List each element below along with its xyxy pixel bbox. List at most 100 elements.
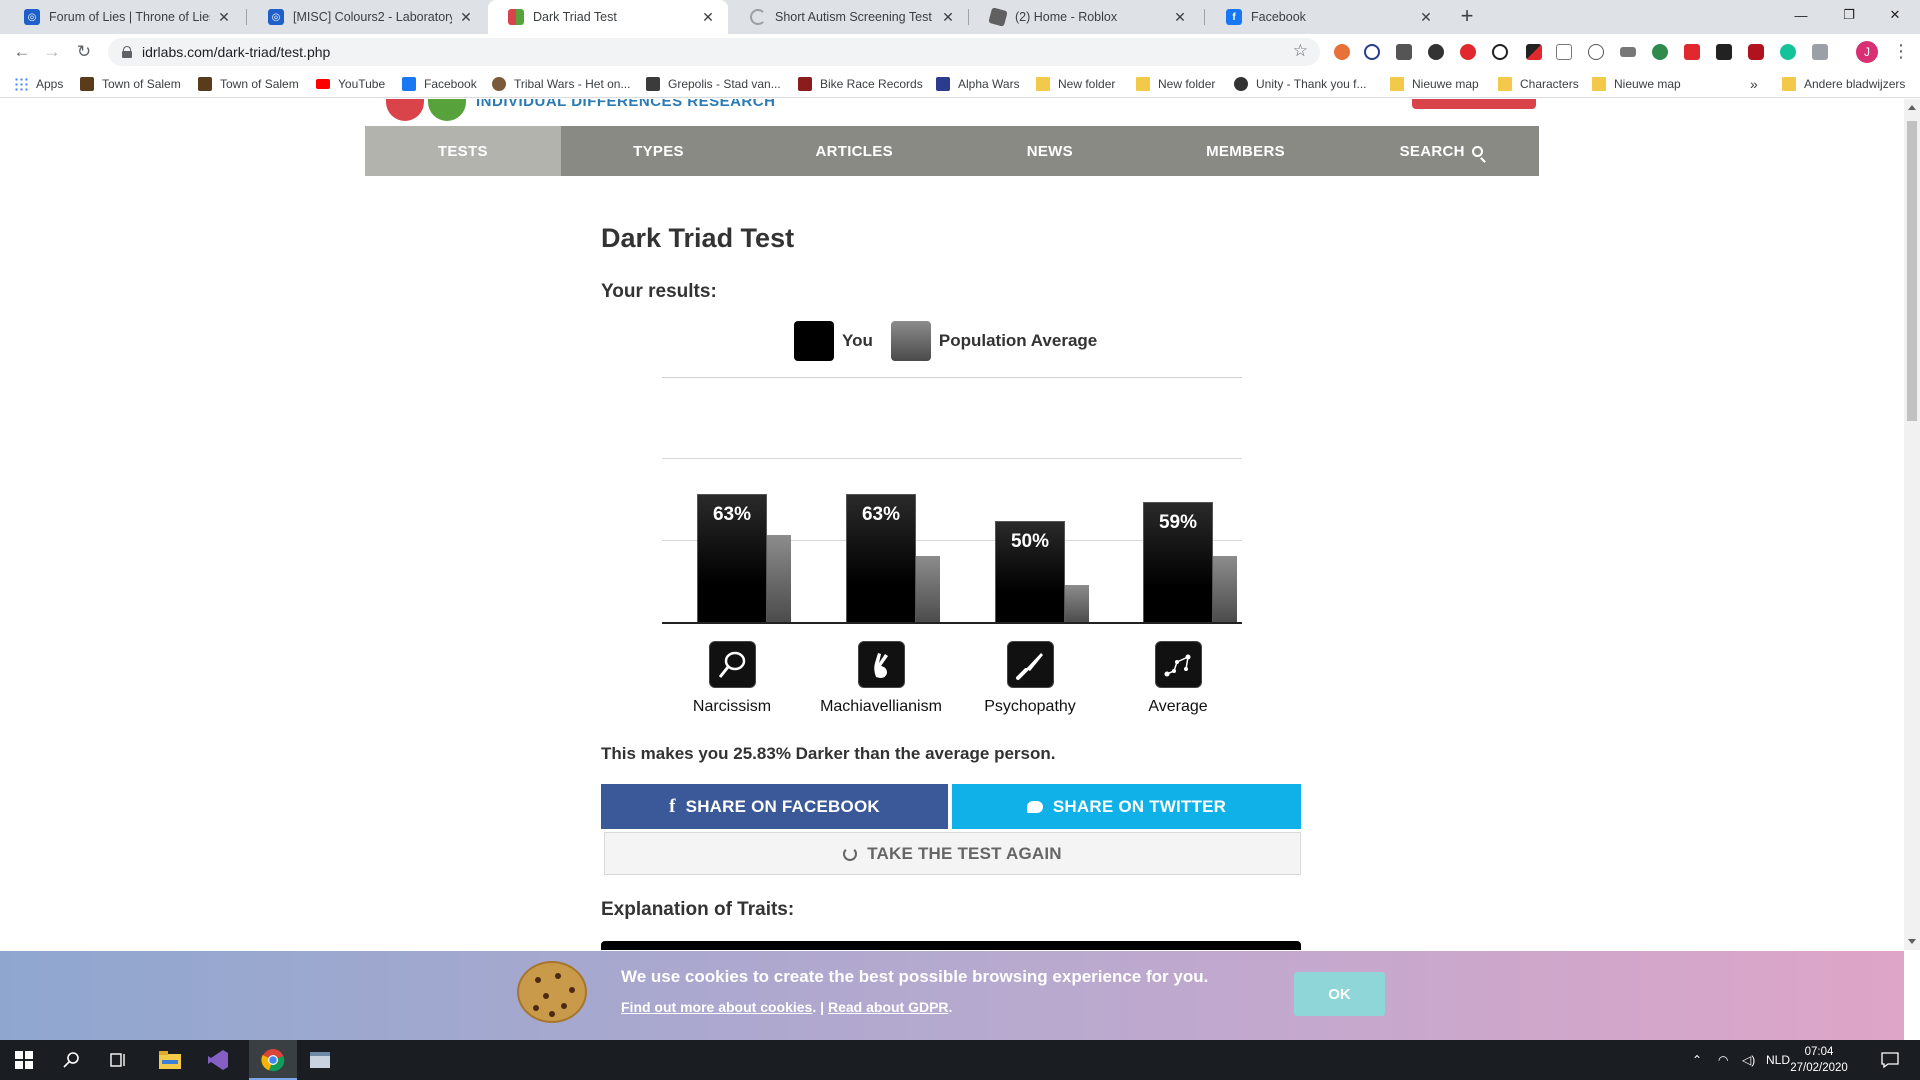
other-bookmarks-folder[interactable]: Andere bladwijzers	[1782, 70, 1905, 98]
history-icon[interactable]	[1588, 44, 1604, 60]
bookmark-folder[interactable]: Characters	[1498, 70, 1579, 98]
nav-types[interactable]: TYPES	[561, 126, 757, 176]
extension-icon[interactable]	[1364, 44, 1380, 60]
youtube-icon	[316, 79, 330, 89]
close-tab-icon[interactable]: ✕	[458, 9, 474, 26]
minimize-button[interactable]: —	[1778, 0, 1824, 30]
chrome-icon[interactable]	[261, 1048, 285, 1072]
extension-icon[interactable]	[1556, 44, 1572, 60]
search-icon[interactable]	[60, 1048, 84, 1072]
bookmark-item[interactable]: Facebook	[402, 70, 477, 98]
new-tab-button[interactable]: +	[1454, 4, 1480, 30]
bookmark-folder[interactable]: Nieuwe map	[1592, 70, 1681, 98]
tab-dark-triad-test[interactable]: Dark Triad Test ✕	[488, 0, 728, 34]
camera-icon[interactable]	[1812, 44, 1828, 60]
share-twitter-button[interactable]: SHARE ON TWITTER	[952, 784, 1301, 829]
trait-narcissism[interactable]: Narcissism	[657, 641, 807, 716]
address-bar[interactable]: idrlabs.com/dark-triad/test.php ☆	[108, 38, 1320, 66]
site-logo-text[interactable]: INDIVIDUAL DIFFERENCES RESEARCH	[476, 99, 775, 110]
extension-icon[interactable]	[1716, 44, 1732, 60]
close-tab-icon[interactable]: ✕	[216, 9, 232, 26]
nav-members[interactable]: MEMBERS	[1148, 126, 1344, 176]
tab-forum-of-lies[interactable]: ◎ Forum of Lies | Throne of Lies | b ✕	[4, 0, 244, 34]
extension-icon[interactable]	[1334, 44, 1350, 60]
tab-facebook[interactable]: f Facebook ✕	[1206, 0, 1446, 34]
reload-icon[interactable]: ↻	[72, 40, 96, 64]
take-test-again-button[interactable]: TAKE THE TEST AGAIN	[604, 832, 1301, 875]
extension-icon[interactable]	[1652, 44, 1668, 60]
bookmark-apps[interactable]: Apps	[14, 70, 63, 98]
windows-start-icon[interactable]	[12, 1048, 36, 1072]
tray-overflow-icon[interactable]: ⌃	[1692, 1040, 1702, 1080]
extension-icon[interactable]	[1780, 44, 1796, 60]
extension-icon[interactable]	[1460, 44, 1476, 60]
profile-avatar[interactable]: J	[1856, 41, 1878, 63]
back-icon[interactable]: ←	[10, 40, 34, 64]
extension-icon[interactable]	[1428, 44, 1444, 60]
tab-favicon-icon: f	[1226, 9, 1242, 25]
extension-icon[interactable]	[1396, 44, 1412, 60]
trait-average[interactable]: Average	[1103, 641, 1253, 716]
close-window-button[interactable]: ✕	[1872, 0, 1918, 30]
nav-news[interactable]: NEWS	[952, 126, 1148, 176]
chart-legend: You Population Average	[794, 321, 1115, 361]
task-view-icon[interactable]	[106, 1048, 130, 1072]
close-tab-icon[interactable]: ✕	[1418, 9, 1434, 26]
system-clock[interactable]: 07:04 27/02/2020	[1784, 1044, 1854, 1076]
bookmark-folder[interactable]: New folder	[1136, 70, 1215, 98]
cookies-info-link[interactable]: Find out more about cookies	[621, 999, 812, 1015]
bookmark-label: Unity - Thank you f...	[1256, 77, 1367, 91]
bookmark-item[interactable]: Unity - Thank you f...	[1234, 70, 1367, 98]
extension-icon[interactable]	[1748, 44, 1764, 60]
notifications-icon[interactable]	[1878, 1048, 1902, 1072]
forward-icon[interactable]: →	[40, 40, 64, 64]
close-tab-icon[interactable]: ✕	[940, 9, 956, 26]
network-icon[interactable]: ◠	[1718, 1040, 1728, 1080]
nav-articles[interactable]: ARTICLES	[756, 126, 952, 176]
trait-psychopathy[interactable]: Psychopathy	[955, 641, 1105, 716]
bar-average-psychopathy	[1065, 585, 1089, 624]
tab-roblox[interactable]: (2) Home - Roblox ✕	[970, 0, 1200, 34]
bookmark-star-icon[interactable]: ☆	[1293, 41, 1308, 61]
share-facebook-button[interactable]: f SHARE ON FACEBOOK	[601, 784, 948, 829]
trait-name: Machiavellianism	[820, 698, 942, 715]
close-tab-icon[interactable]: ✕	[700, 9, 716, 26]
close-tab-icon[interactable]: ✕	[1172, 9, 1188, 26]
bookmark-item[interactable]: Grepolis - Stad van...	[646, 70, 781, 98]
legend-label-average: Population Average	[938, 331, 1098, 350]
menu-icon[interactable]: ⋮	[1892, 41, 1910, 62]
tab-colours2[interactable]: ◎ [MISC] Colours2 - Laboratory - F ✕	[248, 0, 486, 34]
restore-button[interactable]: ❐	[1826, 0, 1872, 30]
bookmark-item[interactable]: Tribal Wars - Het on...	[492, 70, 630, 98]
trait-machiavellianism[interactable]: Machiavellianism	[806, 641, 956, 716]
apps-icon	[14, 77, 28, 91]
extension-icon[interactable]	[1526, 44, 1542, 60]
cookie-ok-button[interactable]: OK	[1294, 972, 1385, 1016]
volume-icon[interactable]: ◁)	[1742, 1040, 1755, 1080]
bookmark-folder[interactable]: Nieuwe map	[1390, 70, 1479, 98]
bookmarks-overflow-button[interactable]: »	[1750, 70, 1758, 98]
nav-tests[interactable]: TESTS	[365, 126, 561, 176]
extension-icon[interactable]	[1492, 44, 1508, 60]
take-test-again-label: TAKE THE TEST AGAIN	[867, 843, 1062, 863]
gdpr-link[interactable]: Read about GDPR	[828, 999, 949, 1015]
chart-gridline	[662, 458, 1242, 459]
tab-autism-screening[interactable]: Short Autism Screening Test Resu ✕	[730, 0, 968, 34]
bookmark-item[interactable]: Bike Race Records	[798, 70, 923, 98]
scroll-up-icon[interactable]	[1908, 105, 1916, 110]
page-scrollbar[interactable]	[1904, 99, 1920, 950]
scroll-down-icon[interactable]	[1908, 939, 1916, 944]
extension-icon[interactable]	[1684, 44, 1700, 60]
bookmark-item[interactable]: Town of Salem	[80, 70, 181, 98]
file-explorer-icon[interactable]	[158, 1048, 182, 1072]
app-window-icon[interactable]	[308, 1048, 332, 1072]
header-red-button[interactable]	[1412, 99, 1536, 109]
extension-icon[interactable]	[1620, 47, 1636, 57]
bookmark-item[interactable]: YouTube	[316, 70, 385, 98]
scrollbar-thumb[interactable]	[1907, 121, 1917, 421]
bookmark-item[interactable]: Alpha Wars	[936, 70, 1020, 98]
bookmark-folder[interactable]: New folder	[1036, 70, 1115, 98]
visual-studio-icon[interactable]	[206, 1048, 230, 1072]
nav-search[interactable]: SEARCH	[1343, 126, 1539, 176]
bookmark-item[interactable]: Town of Salem	[198, 70, 299, 98]
